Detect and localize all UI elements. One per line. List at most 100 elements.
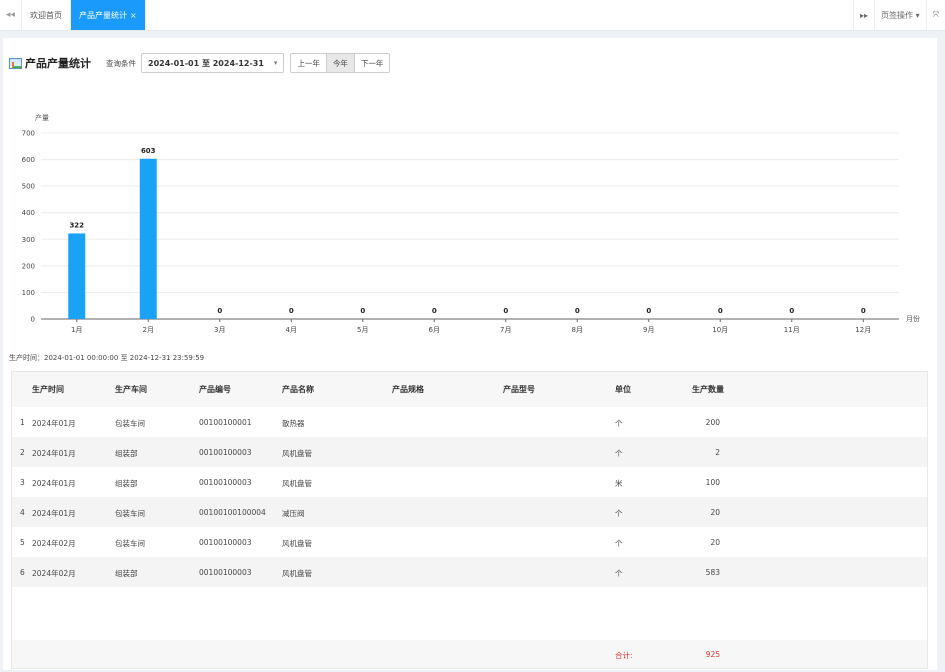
- y-axis-label: 产量: [35, 113, 49, 122]
- x-tick-label: 1月: [71, 326, 82, 334]
- cell-name: 散热器: [282, 419, 305, 428]
- total-label: 合计:: [615, 651, 633, 660]
- cell-time: 2024年01月: [32, 449, 76, 458]
- bar-value-label: 0: [861, 307, 866, 315]
- table-row[interactable]: 1 2024年01月 包装车间 00100100001 散热器 个 200: [12, 407, 927, 437]
- cell-unit: 个: [615, 449, 623, 458]
- table-body: 1 2024年01月 包装车间 00100100001 散热器个 200 2 2024年01…: [12, 407, 927, 587]
- y-tick-label: 0: [31, 316, 35, 324]
- cell-seq: 5: [20, 538, 25, 547]
- output-table: 生产时间 生产车间 产品编号 产品名称 产品规格 产品型号 单位 生产数量 12…: [11, 371, 928, 669]
- col-header-time[interactable]: 生产时间: [32, 384, 64, 395]
- cell-seq: 2: [20, 448, 25, 457]
- cell-workshop: 组装部: [115, 479, 138, 488]
- table-row[interactable]: 2 2024年01月 组装部 00100100003 风机盘管 个 2: [12, 437, 927, 467]
- tab-bar: ◂◂ 欢迎首页 产品产量统计 × ▸▸ 页签操作 ▾ ⤧: [0, 0, 945, 31]
- x-tick-label: 3月: [214, 326, 225, 334]
- col-header-workshop[interactable]: 生产车间: [115, 384, 147, 395]
- col-header-spec[interactable]: 产品规格: [392, 384, 424, 395]
- bar-value-label: 0: [575, 307, 580, 315]
- tab-welcome-label: 欢迎首页: [30, 10, 62, 20]
- cell-seq: 3: [20, 478, 25, 487]
- y-tick-label: 600: [22, 156, 35, 164]
- y-tick-label: 400: [22, 209, 35, 217]
- tab-welcome[interactable]: 欢迎首页: [22, 0, 71, 30]
- bar-value-label: 0: [789, 307, 794, 315]
- y-tick-label: 200: [22, 262, 35, 270]
- cell-name: 减压阀: [282, 509, 305, 518]
- bar-value-label: 0: [217, 307, 222, 315]
- tab-close-icon[interactable]: ×: [130, 11, 137, 20]
- x-tick-label: 5月: [357, 326, 368, 334]
- cell-unit: 个: [615, 539, 623, 548]
- chevron-down-icon: ▾: [273, 59, 278, 67]
- cell-qty: 100: [705, 478, 720, 487]
- page-ops-dropdown[interactable]: 页签操作 ▾: [874, 0, 926, 30]
- y-tick-label: 500: [22, 183, 35, 191]
- bar-value-label: 322: [69, 221, 84, 229]
- cell-unit: 米: [615, 479, 623, 488]
- cell-workshop: 包装车间: [115, 539, 145, 548]
- col-header-code[interactable]: 产品编号: [199, 384, 231, 395]
- cell-qty: 2: [715, 448, 720, 457]
- bar-value-label: 0: [646, 307, 651, 315]
- table-row[interactable]: 5 2024年02月 包装车间 00100100003 风机盘管 个 20: [12, 527, 927, 557]
- cell-name: 风机盘管: [282, 479, 312, 488]
- x-tick-label: 8月: [572, 326, 583, 334]
- cell-qty: 200: [705, 418, 720, 427]
- x-tick-label: 2月: [143, 326, 154, 334]
- cell-seq: 4: [20, 508, 25, 517]
- bar-value-label: 0: [360, 307, 365, 315]
- y-tick-label: 100: [22, 289, 35, 297]
- cell-qty: 583: [705, 568, 720, 577]
- tab-product-output[interactable]: 产品产量统计 ×: [71, 0, 146, 30]
- cell-name: 风机盘管: [282, 539, 312, 548]
- col-header-model[interactable]: 产品型号: [503, 384, 535, 395]
- bar-value-label: 0: [718, 307, 723, 315]
- col-header-name[interactable]: 产品名称: [282, 384, 314, 395]
- col-header-unit[interactable]: 单位: [615, 384, 631, 395]
- fullscreen-icon[interactable]: ⤧: [925, 0, 945, 30]
- cell-code: 00100100100004: [199, 508, 266, 517]
- date-range-picker[interactable]: 2024-01-01 至 2024-12-31 ▾: [141, 53, 285, 73]
- main-panel: 产品产量统计 查询条件 2024-01-01 至 2024-12-31 ▾ 上一…: [3, 38, 937, 670]
- cell-workshop: 组装部: [115, 569, 138, 578]
- cell-qty: 20: [710, 508, 720, 517]
- cell-name: 风机盘管: [282, 449, 312, 458]
- tab-scroll-right-icon[interactable]: ▸▸: [853, 0, 874, 30]
- chart-report-icon: [9, 57, 22, 69]
- cell-code: 00100100003: [199, 568, 252, 577]
- table-row[interactable]: 6 2024年02月 组装部 00100100003 风机盘管 个 583: [12, 557, 927, 587]
- cell-code: 00100100003: [199, 478, 252, 487]
- x-tick-label: 7月: [500, 326, 511, 334]
- bar-value-label: 0: [289, 307, 294, 315]
- this-year-button[interactable]: 今年: [326, 54, 355, 72]
- tab-scroll-left-icon[interactable]: ◂◂: [0, 0, 22, 30]
- x-tick-label: 4月: [286, 326, 297, 334]
- tab-product-output-label: 产品产量统计: [79, 10, 127, 20]
- year-button-group: 上一年 今年 下一年: [290, 53, 391, 73]
- y-tick-label: 700: [22, 130, 35, 138]
- cell-time: 2024年01月: [32, 479, 76, 488]
- bar-value-label: 603: [141, 147, 156, 155]
- cell-seq: 1: [20, 418, 25, 427]
- x-tick-label: 9月: [643, 326, 654, 334]
- date-range-value: 2024-01-01 至 2024-12-31: [148, 58, 264, 68]
- table-header: 生产时间 生产车间 产品编号 产品名称 产品规格 产品型号 单位 生产数量: [12, 372, 927, 407]
- cell-time: 2024年01月: [32, 419, 76, 428]
- cell-workshop: 包装车间: [115, 509, 145, 518]
- cell-time: 2024年02月: [32, 539, 76, 548]
- x-axis-label: 月份: [906, 314, 920, 323]
- production-time-range: 生产时间：2024-01-01 00:00:00 至 2024-12-31 23…: [9, 354, 205, 362]
- total-value: 925: [705, 650, 720, 659]
- cell-unit: 个: [615, 509, 623, 518]
- table-row[interactable]: 3 2024年01月 组装部 00100100003 风机盘管 米 100: [12, 467, 927, 497]
- page-title: 产品产量统计: [25, 57, 91, 70]
- cell-unit: 个: [615, 569, 623, 578]
- col-header-qty[interactable]: 生产数量: [692, 384, 724, 395]
- prev-year-button[interactable]: 上一年: [291, 54, 327, 72]
- next-year-button[interactable]: 下一年: [355, 54, 390, 72]
- bar: [68, 233, 86, 319]
- table-row[interactable]: 4 2024年01月 包装车间 00100100100004 减压阀 个 20: [12, 497, 927, 527]
- cell-workshop: 组装部: [115, 449, 138, 458]
